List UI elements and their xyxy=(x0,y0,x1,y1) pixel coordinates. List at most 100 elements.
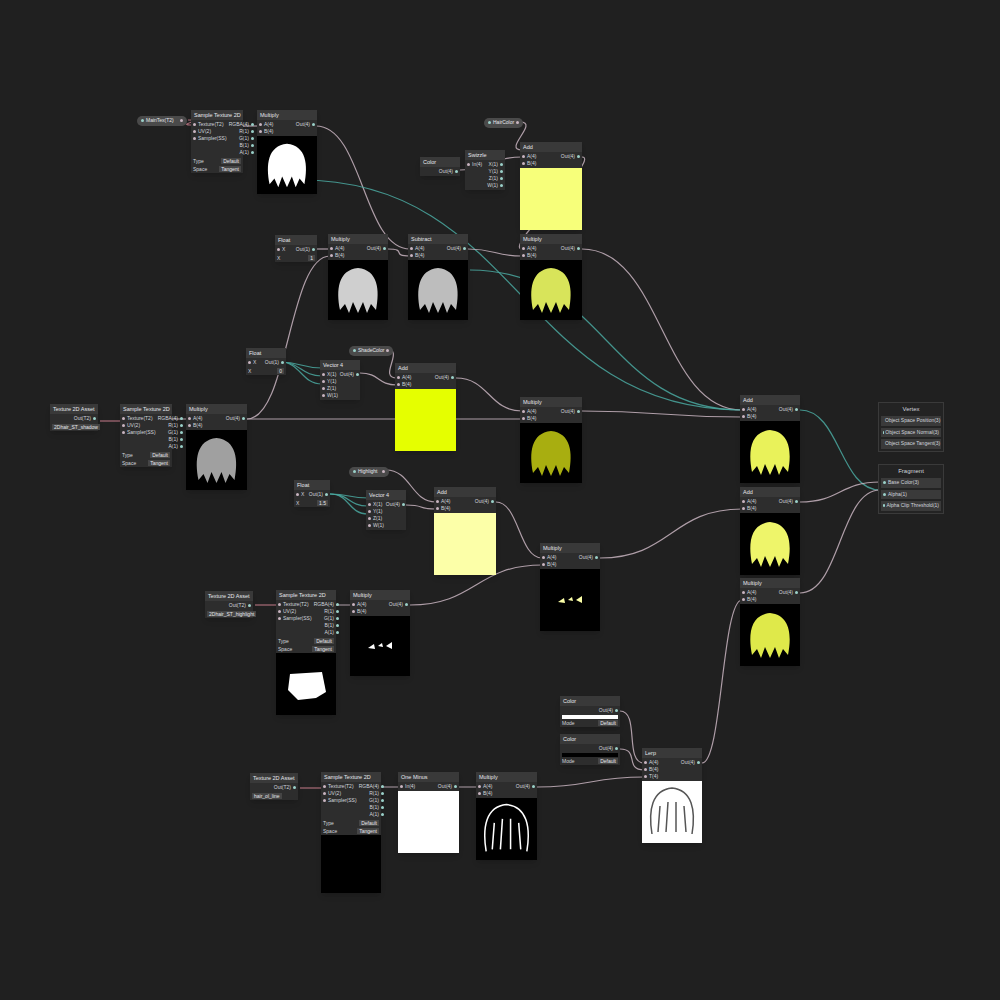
input-port[interactable]: X(1) xyxy=(368,501,384,508)
input-port[interactable]: A(4) xyxy=(259,121,273,128)
output-port[interactable]: G(1) xyxy=(168,429,183,436)
node-field[interactable]: X1 xyxy=(275,254,317,262)
output-port[interactable]: Out(1) xyxy=(265,359,284,366)
graph-node[interactable]: ColorOut(4)ModeDefault xyxy=(560,696,620,727)
graph-node[interactable]: FloatXOut(1)X1.5 xyxy=(294,480,330,507)
graph-node[interactable]: MultiplyA(4)B(4)Out(4) xyxy=(740,578,800,666)
output-port[interactable]: RGBA(4) xyxy=(359,783,384,790)
input-port[interactable]: A(4) xyxy=(742,589,756,596)
block-row[interactable]: Alpha(1) xyxy=(881,490,941,500)
output-port[interactable]: B(1) xyxy=(324,622,338,629)
property-node[interactable]: MainTex(T2) xyxy=(137,116,187,126)
graph-node[interactable]: Sample Texture 2DTexture(T2)UV(2)Sampler… xyxy=(321,772,381,893)
output-port[interactable]: A(1) xyxy=(369,811,383,818)
input-port[interactable]: Sampler(SS) xyxy=(323,797,357,804)
block-row[interactable]: Base Color(3) xyxy=(881,478,941,488)
output-port[interactable]: Out(4) xyxy=(296,121,315,128)
property-node[interactable]: Highlight xyxy=(349,467,389,477)
output-port[interactable]: X(1) xyxy=(489,161,503,168)
graph-node[interactable]: MultiplyA(4)B(4)Out(4) xyxy=(476,772,537,860)
output-port[interactable]: Out(T2) xyxy=(274,784,296,791)
output-port[interactable]: Out(T2) xyxy=(74,415,96,422)
input-port[interactable]: A(4) xyxy=(397,374,411,381)
block-row[interactable]: Object Space Normal(3) xyxy=(881,428,941,438)
output-port[interactable]: R(1) xyxy=(324,608,339,615)
output-port[interactable]: Out(1) xyxy=(309,491,328,498)
color-swatch[interactable] xyxy=(562,753,618,757)
block-row[interactable]: Object Space Tangent(3) xyxy=(881,439,941,449)
output-port[interactable]: G(1) xyxy=(239,135,254,142)
output-port[interactable]: A(1) xyxy=(239,149,253,156)
master-block[interactable]: VertexObject Space Position(3)Object Spa… xyxy=(878,402,944,452)
block-row[interactable]: Alpha Clip Threshold(1) xyxy=(881,501,941,511)
output-port[interactable]: B(1) xyxy=(369,804,383,811)
output-port[interactable]: B(1) xyxy=(168,436,182,443)
output-port[interactable]: Out(4) xyxy=(681,759,700,766)
node-field[interactable]: 2Dhair_ST_highlight xyxy=(205,610,253,618)
node-field[interactable]: SpaceTangent xyxy=(120,459,172,467)
input-port[interactable]: X xyxy=(296,491,304,498)
input-port[interactable]: B(4) xyxy=(330,252,344,259)
output-port[interactable]: Out(4) xyxy=(386,501,405,508)
node-field[interactable]: X0 xyxy=(246,367,286,375)
output-port[interactable]: RGBA(4) xyxy=(229,121,254,128)
graph-node[interactable]: Texture 2D AssetOut(T2)2Dhair_ST_highlig… xyxy=(205,591,253,618)
output-port[interactable]: Out(4) xyxy=(561,245,580,252)
input-port[interactable]: B(4) xyxy=(410,252,424,259)
graph-node[interactable]: MultiplyA(4)B(4)Out(4) xyxy=(350,590,410,676)
output-port[interactable]: Out(4) xyxy=(439,168,458,175)
input-port[interactable]: In(4) xyxy=(467,161,482,168)
graph-node[interactable]: MultiplyA(4)B(4)Out(4) xyxy=(257,110,317,194)
output-port[interactable]: Out(4) xyxy=(779,406,798,413)
input-port[interactable]: A(4) xyxy=(522,245,536,252)
input-port[interactable]: Y(1) xyxy=(368,508,384,515)
input-port[interactable]: A(4) xyxy=(522,408,536,415)
input-port[interactable]: A(4) xyxy=(742,406,756,413)
output-port[interactable]: B(1) xyxy=(239,142,253,149)
output-port[interactable]: Y(1) xyxy=(489,168,503,175)
input-port[interactable]: X(1) xyxy=(322,371,338,378)
input-port[interactable]: B(4) xyxy=(436,505,450,512)
graph-node[interactable]: MultiplyA(4)B(4)Out(4) xyxy=(328,234,388,320)
output-port[interactable]: Out(4) xyxy=(779,589,798,596)
input-port[interactable]: B(4) xyxy=(478,790,492,797)
output-port[interactable]: Out(4) xyxy=(340,371,359,378)
master-block[interactable]: FragmentBase Color(3)Alpha(1)Alpha Clip … xyxy=(878,464,944,514)
node-field[interactable]: ModeDefault xyxy=(560,757,620,765)
output-port[interactable]: A(1) xyxy=(168,443,182,450)
input-port[interactable]: W(1) xyxy=(322,392,338,399)
graph-node[interactable]: Sample Texture 2DTexture(T2)UV(2)Sampler… xyxy=(120,404,172,467)
output-port[interactable]: Out(4) xyxy=(435,374,454,381)
output-port[interactable]: RGBA(4) xyxy=(158,415,183,422)
input-port[interactable]: Texture(T2) xyxy=(122,415,156,422)
graph-node[interactable]: MultiplyA(4)B(4)Out(4) xyxy=(186,404,247,490)
input-port[interactable]: A(4) xyxy=(436,498,450,505)
graph-node[interactable]: Sample Texture 2DTexture(T2)UV(2)Sampler… xyxy=(191,110,243,173)
input-port[interactable]: Texture(T2) xyxy=(278,601,312,608)
output-port[interactable]: Out(4) xyxy=(561,153,580,160)
output-port[interactable]: G(1) xyxy=(324,615,339,622)
input-port[interactable]: A(4) xyxy=(188,415,202,422)
node-field[interactable]: TypeDefault xyxy=(120,451,172,459)
input-port[interactable]: B(4) xyxy=(742,413,756,420)
input-port[interactable]: Z(1) xyxy=(322,385,338,392)
graph-node[interactable]: SubtractA(4)B(4)Out(4) xyxy=(408,234,468,320)
output-port[interactable]: RGBA(4) xyxy=(314,601,339,608)
property-node[interactable]: HairColor xyxy=(484,118,523,128)
output-port[interactable]: Out(4) xyxy=(475,498,494,505)
output-port[interactable]: Out(4) xyxy=(579,554,598,561)
output-port[interactable]: R(1) xyxy=(369,790,384,797)
graph-node[interactable]: AddA(4)B(4)Out(4) xyxy=(740,395,800,483)
output-port[interactable]: Out(T2) xyxy=(229,602,251,609)
node-field[interactable]: X1.5 xyxy=(294,499,330,507)
input-port[interactable]: Sampler(SS) xyxy=(193,135,227,142)
graph-node[interactable]: Sample Texture 2DTexture(T2)UV(2)Sampler… xyxy=(276,590,336,715)
graph-node[interactable]: MultiplyA(4)B(4)Out(4) xyxy=(520,397,582,483)
graph-node[interactable]: MultiplyA(4)B(4)Out(4) xyxy=(540,543,600,631)
input-port[interactable]: UV(2) xyxy=(193,128,227,135)
node-field[interactable]: hair_ol_line xyxy=(250,792,298,800)
input-port[interactable]: A(4) xyxy=(542,554,556,561)
graph-node[interactable]: Texture 2D AssetOut(T2)hair_ol_line xyxy=(250,773,298,800)
input-port[interactable]: W(1) xyxy=(368,522,384,529)
node-field[interactable]: TypeDefault xyxy=(321,819,381,827)
